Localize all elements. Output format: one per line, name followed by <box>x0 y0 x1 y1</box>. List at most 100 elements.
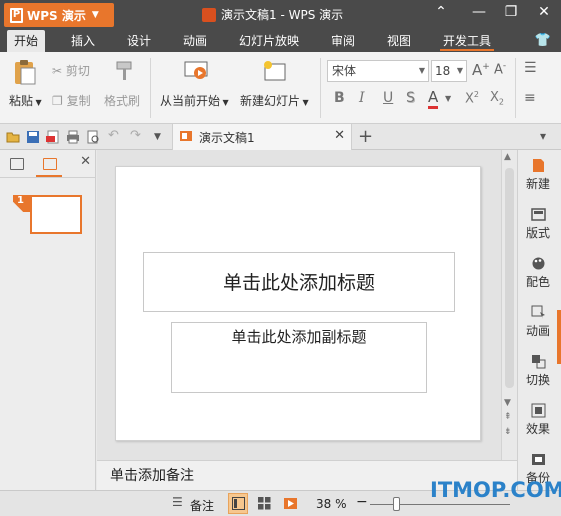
task-pane-toggle[interactable] <box>557 310 561 364</box>
minimize-button[interactable]: — <box>468 4 490 20</box>
slideshow-play-icon[interactable] <box>184 60 208 82</box>
tab-list-icon[interactable]: ▾ <box>540 129 554 143</box>
zoom-slider-handle[interactable] <box>393 497 400 511</box>
wps-logo-icon: P <box>10 7 23 23</box>
new-tab-icon[interactable]: + <box>358 126 373 147</box>
tab-animation[interactable]: 动画 <box>176 30 214 52</box>
task-pane-effects[interactable]: 效果 <box>518 403 558 437</box>
next-slide-icon[interactable]: ⇟ <box>504 427 512 437</box>
align-left-icon[interactable]: ≡ <box>524 90 536 106</box>
font-color-icon[interactable]: A <box>428 88 439 109</box>
effects-icon <box>531 403 545 418</box>
scroll-up-icon[interactable]: ▲ <box>504 152 511 162</box>
layout-icon <box>530 208 546 221</box>
title-bar: P WPS 演示 ▼ 演示文稿1 - WPS 演示 ⌃ — ❐ ✕ <box>0 0 561 30</box>
scroll-down-icon[interactable]: ▼ <box>504 398 511 408</box>
undo-icon[interactable]: ↶ <box>108 128 122 143</box>
bullet-list-icon[interactable]: ☰ <box>524 60 537 76</box>
normal-view-icon <box>232 497 246 510</box>
subtitle-placeholder[interactable]: 单击此处添加副标题 <box>171 322 427 393</box>
tab-insert[interactable]: 插入 <box>64 30 102 52</box>
paste-icon[interactable] <box>12 58 38 86</box>
document-tab-title: 演示文稿1 <box>199 130 255 145</box>
copy-icon: ❐ <box>52 94 63 108</box>
zoom-level[interactable]: 38 % <box>316 497 347 511</box>
previous-slide-icon[interactable]: ⇞ <box>504 412 512 422</box>
window-title: 演示文稿1 - WPS 演示 <box>202 6 343 23</box>
task-pane-color-scheme[interactable]: 配色 <box>518 256 558 290</box>
slides-pane-header: ✕ <box>0 150 96 178</box>
export-pdf-icon[interactable] <box>46 130 60 144</box>
notes-toggle-icon[interactable]: ☰ <box>172 495 186 509</box>
bold-icon[interactable]: B <box>334 90 345 106</box>
format-painter-icon[interactable] <box>113 60 135 82</box>
tab-design[interactable]: 设计 <box>120 30 158 52</box>
shadow-icon[interactable]: S <box>406 90 415 106</box>
tab-home[interactable]: 开始 <box>7 30 46 52</box>
new-slide-icon[interactable] <box>262 60 286 82</box>
divider <box>515 58 516 118</box>
task-pane-animation[interactable]: 动画 <box>518 305 558 339</box>
close-pane-icon[interactable]: ✕ <box>80 154 91 169</box>
notes-toggle-label[interactable]: 备注 <box>190 497 214 514</box>
watermark: ITMOP.COM <box>430 478 561 502</box>
zoom-slider-track[interactable] <box>370 504 510 505</box>
chevron-down-icon[interactable]: ▼ <box>445 94 451 103</box>
new-slide-button[interactable]: 新建幻灯片 ▼ <box>240 92 309 109</box>
font-name-select[interactable]: 宋体 ▼ <box>327 60 429 82</box>
print-icon[interactable] <box>66 130 80 144</box>
paste-button[interactable]: 粘贴 ▼ <box>9 92 42 109</box>
vertical-scrollbar[interactable]: ▲ ▼ ⇞ ⇟ <box>501 150 517 460</box>
format-painter-button[interactable]: 格式刷 <box>104 92 140 109</box>
from-current-button[interactable]: 从当前开始 ▼ <box>160 92 229 109</box>
task-pane-layout[interactable]: 版式 <box>518 207 558 241</box>
cut-button[interactable]: ✂ 剪切 <box>52 62 90 79</box>
ribbon-tabs: 开始 插入 设计 动画 幻灯片放映 审阅 视图 开发工具 <box>0 30 561 52</box>
decrease-font-icon[interactable]: A- <box>494 61 506 77</box>
close-button[interactable]: ✕ <box>533 4 555 20</box>
slideshow-icon[interactable] <box>284 497 298 510</box>
tab-developer[interactable]: 开发工具 <box>436 30 498 52</box>
tab-slideshow[interactable]: 幻灯片放映 <box>232 30 306 52</box>
presentation-icon <box>179 129 193 146</box>
document-tab[interactable]: 演示文稿1 ✕ <box>172 124 352 150</box>
outline-view-icon[interactable] <box>10 158 24 170</box>
title-placeholder[interactable]: 单击此处添加标题 <box>143 252 455 312</box>
ribbon-collapse-icon[interactable]: ⌃ <box>430 4 452 20</box>
redo-icon[interactable]: ↷ <box>130 128 144 143</box>
scrollbar-thumb[interactable] <box>505 168 514 388</box>
skin-icon[interactable]: 👕 <box>535 33 551 48</box>
open-folder-icon[interactable] <box>6 130 20 144</box>
italic-icon[interactable]: I <box>359 90 365 106</box>
new-document-icon <box>532 159 544 172</box>
task-pane-transition[interactable]: 切换 <box>518 354 558 388</box>
divider <box>320 58 321 118</box>
save-icon[interactable] <box>26 130 40 144</box>
ribbon-home: 粘贴 ▼ ✂ 剪切 ❐ 复制 格式刷 从当前开始 ▼ 新建幻灯片 ▼ 宋体 ▼ 1… <box>0 52 561 124</box>
app-menu-button[interactable]: P WPS 演示 ▼ <box>4 3 114 27</box>
animation-icon <box>531 305 545 319</box>
slides-pane: ✕ 1 <box>0 150 96 490</box>
slide[interactable]: 单击此处添加标题 单击此处添加副标题 <box>115 166 481 441</box>
subscript-icon[interactable]: X2 <box>490 90 504 107</box>
document-title: 演示文稿1 - WPS 演示 <box>221 8 344 22</box>
slides-view-icon[interactable] <box>43 158 57 170</box>
task-pane-new[interactable]: 新建 <box>518 158 558 192</box>
superscript-icon[interactable]: X2 <box>465 90 479 106</box>
quick-access-toolbar: ↶ ↷ ▼ 演示文稿1 ✕ + ▾ <box>0 124 561 150</box>
zoom-out-icon[interactable]: − <box>356 494 368 510</box>
increase-font-icon[interactable]: A+ <box>472 61 490 79</box>
slide-sorter-icon[interactable] <box>258 497 272 510</box>
slide-thumbnail[interactable] <box>30 195 82 234</box>
scissors-icon: ✂ <box>52 64 63 78</box>
close-tab-icon[interactable]: ✕ <box>334 128 345 143</box>
tab-review[interactable]: 审阅 <box>324 30 362 52</box>
copy-button[interactable]: ❐ 复制 <box>52 92 91 109</box>
customize-toolbar-icon[interactable]: ▼ <box>154 132 168 146</box>
tab-view[interactable]: 视图 <box>380 30 418 52</box>
underline-icon[interactable]: U <box>383 90 393 106</box>
slide-canvas: 单击此处添加标题 单击此处添加副标题 <box>97 150 501 460</box>
maximize-button[interactable]: ❐ <box>500 4 522 20</box>
font-size-select[interactable]: 18 ▼ <box>431 60 467 82</box>
print-preview-icon[interactable] <box>86 130 100 144</box>
